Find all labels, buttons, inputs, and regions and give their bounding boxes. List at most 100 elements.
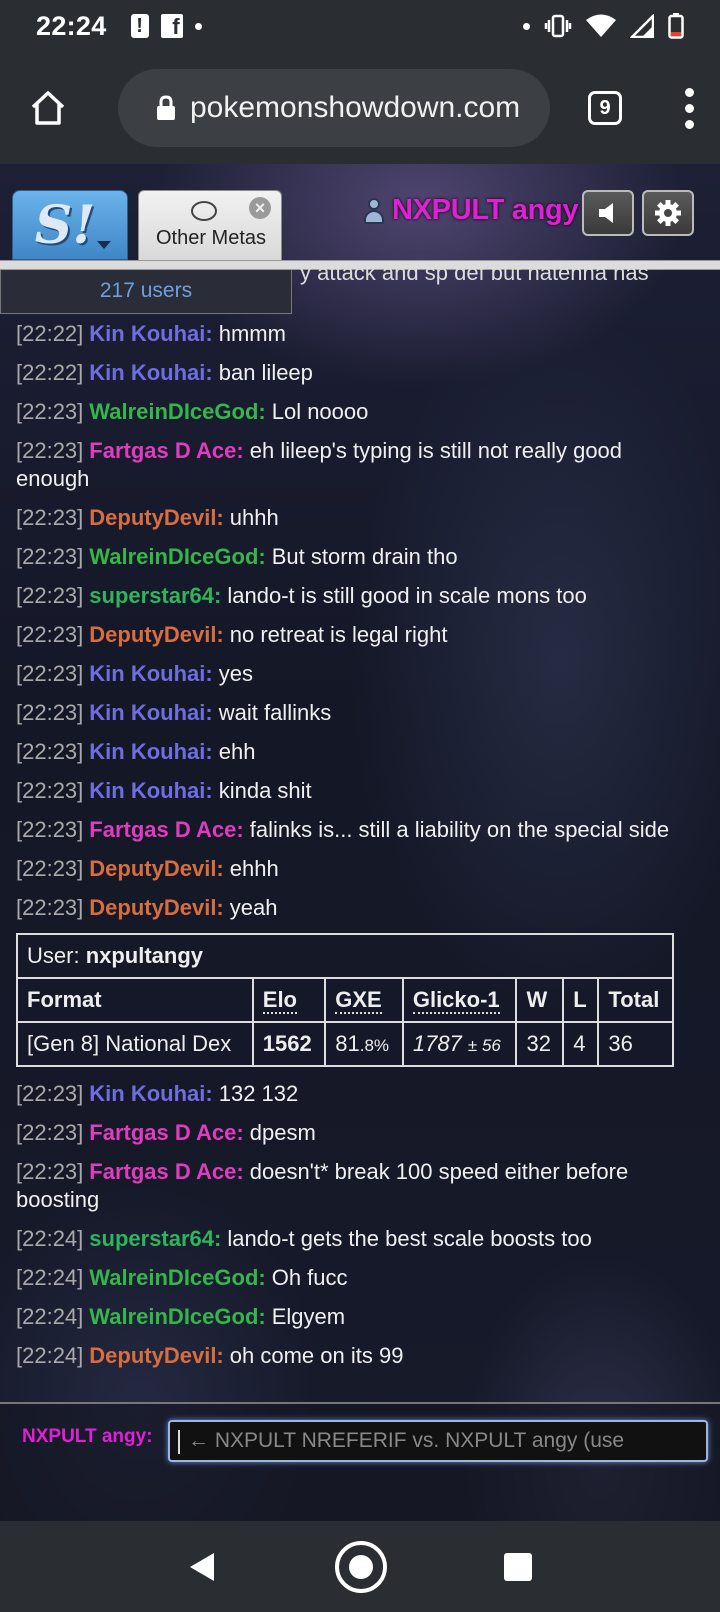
message-username[interactable]: DeputyDevil: [89,856,223,881]
settings-button[interactable] [642,190,694,236]
message-timestamp: [22:23] [16,505,84,530]
text-caret [178,1430,180,1454]
message-username[interactable]: Kin Kouhai: [89,360,212,385]
message-timestamp: [22:23] [16,700,84,725]
message-username[interactable]: Fartgas D Ace: [89,817,243,842]
user-icon [364,197,384,224]
col-elo: Elo [251,977,327,1023]
message-username[interactable]: DeputyDevil: [89,895,223,920]
message-username[interactable]: DeputyDevil: [89,505,223,530]
message-text: kinda shit [218,778,312,803]
browser-menu-button[interactable] [684,87,694,129]
message-username[interactable]: DeputyDevil: [89,1343,223,1368]
chevron-down-icon [97,241,111,249]
message-username[interactable]: Kin Kouhai: [89,661,212,686]
chat-message: [22:22] Kin Kouhai: ban lileep [16,359,696,387]
message-timestamp: [22:23] [16,399,84,424]
message-username[interactable]: superstar64: [89,1226,221,1251]
message-username[interactable]: Kin Kouhai: [89,1081,212,1106]
message-username[interactable]: superstar64: [89,583,221,608]
message-text: dpesm [249,1120,316,1145]
message-text: uhhh [229,505,279,530]
user-button[interactable]: NXPULT angy [364,194,579,227]
ranking-table: User: nxpultangy Format Elo GXE Glicko-1… [16,933,674,1067]
home-nav-icon[interactable] [333,1539,389,1595]
message-text: wait fallinks [218,700,332,725]
chat-message: [22:23] Fartgas D Ace: eh lileep's typing … [16,437,696,493]
tab-switcher-button[interactable]: 9 [588,91,622,125]
message-timestamp: [22:23] [16,1159,84,1184]
tab-other-metas[interactable]: Other Metas × [138,190,282,260]
message-username[interactable]: Fartgas D Ace: [89,438,243,463]
showdown-app: S! Other Metas × NXPULT angy y attack an… [0,164,720,1521]
chat-message: [22:23] DeputyDevil: yeah [16,894,696,922]
chat-input[interactable]: ← NXPULT NREFERIF vs. NXPULT angy (use [168,1420,708,1462]
message-timestamp: [22:23] [16,856,84,881]
wifi-icon [586,14,616,37]
browser-toolbar: pokemonshowdown.com 9 [0,52,720,164]
cell-wins: 32 [515,1021,565,1067]
message-text: ban lileep [218,360,313,385]
message-username[interactable]: Kin Kouhai: [89,778,212,803]
close-icon[interactable]: × [249,197,271,219]
username: NXPULT angy [392,194,579,226]
cell-total: 36 [597,1021,674,1067]
chat-log: [22:22] Kin Kouhai: hmmm [22:22] Kin Kouhai:… [16,320,696,1381]
message-timestamp: [22:24] [16,1265,84,1290]
chat-message: [22:23] Kin Kouhai: ehh [16,738,696,766]
chat-message: [22:23] WalreinDIceGod: But storm drain th… [16,543,696,571]
sound-button[interactable] [582,190,634,236]
message-username[interactable]: WalreinDIceGod: [89,1304,265,1329]
message-username[interactable]: Kin Kouhai: [89,700,212,725]
android-nav-bar [0,1521,720,1612]
message-username[interactable]: Kin Kouhai: [89,321,212,346]
chat-message: [22:24] WalreinDIceGod: Oh fucc [16,1264,696,1292]
message-username[interactable]: WalreinDIceGod: [89,1265,265,1290]
url-bar[interactable]: pokemonshowdown.com [118,69,550,147]
chat-message: [22:23] DeputyDevil: ehhh [16,855,696,883]
main-menu-button[interactable]: S! [12,190,128,260]
chat-message: [22:23] Kin Kouhai: yes [16,660,696,688]
message-username[interactable]: Kin Kouhai: [89,739,212,764]
chat-message: [22:23] Fartgas D Ace: dpesm [16,1119,696,1147]
back-icon[interactable] [186,1550,220,1584]
notification-icons: ! f [130,14,202,39]
dot-icon [523,22,530,30]
col-wins: W [515,977,565,1023]
col-format: Format [16,977,254,1023]
chat-message: [22:22] Kin Kouhai: hmmm [16,320,696,348]
status-bar: 22:24 ! f [0,0,720,52]
message-text: ehhh [229,856,279,881]
message-timestamp: [22:23] [16,622,84,647]
home-button[interactable] [26,86,70,130]
message-text: ehh [218,739,256,764]
message-text: yeah [229,895,278,920]
message-username[interactable]: Fartgas D Ace: [89,1159,243,1184]
chat-message: [22:23] Kin Kouhai: wait fallinks [16,699,696,727]
chat-message: [22:24] DeputyDevil: oh come on its 99 [16,1342,696,1370]
chat-message: [22:23] superstar64: lando-t is still good… [16,582,696,610]
message-timestamp: [22:23] [16,544,84,569]
message-text: no retreat is legal right [229,622,448,647]
message-username[interactable]: DeputyDevil: [89,622,223,647]
recents-icon[interactable] [502,1551,534,1583]
message-username[interactable]: Fartgas D Ace: [89,1120,243,1145]
cell-format: [Gen 8] National Dex [16,1021,254,1067]
message-username[interactable]: WalreinDIceGod: [89,544,265,569]
speaker-icon [599,203,613,223]
message-timestamp: [22:23] [16,438,84,463]
message-timestamp: [22:23] [16,583,84,608]
system-icons [523,13,684,39]
chat-message: [22:23] Fartgas D Ace: doesn't* break 100 … [16,1158,696,1214]
alert-icon: ! [130,14,149,38]
message-timestamp: [22:22] [16,360,84,385]
chat-message: [22:23] WalreinDIceGod: Lol noooo [16,398,696,426]
message-text: Oh fucc [271,1265,348,1290]
message-timestamp: [22:24] [16,1226,84,1251]
chat-message-partial: y attack and sp def but hatenna has [300,260,649,285]
message-timestamp: [22:23] [16,895,84,920]
cell-elo: 1562 [251,1021,327,1067]
message-text: lando-t is still good in scale mons too [227,583,587,608]
userlist-button[interactable]: 217 users [0,270,292,314]
message-username[interactable]: WalreinDIceGod: [89,399,265,424]
